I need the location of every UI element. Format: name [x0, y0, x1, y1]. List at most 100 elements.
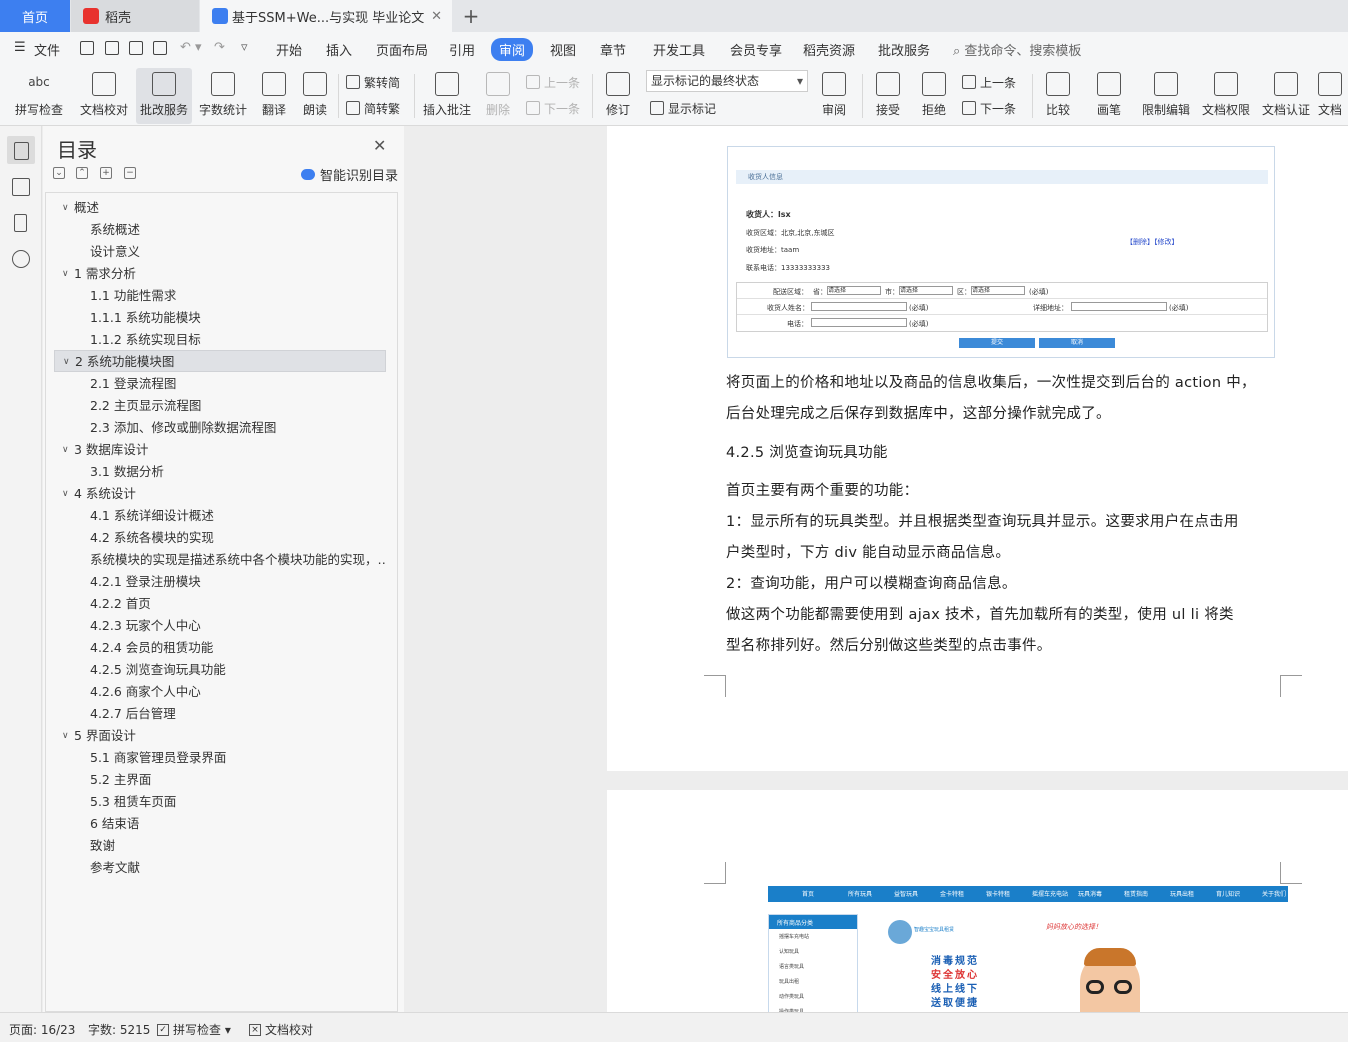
- menu-devtools[interactable]: 开发工具: [653, 40, 705, 59]
- add-heading-icon[interactable]: +: [100, 167, 112, 179]
- print-preview-icon[interactable]: [153, 41, 167, 55]
- menu-layout[interactable]: 页面布局: [376, 40, 428, 59]
- command-search[interactable]: ⌕ 查找命令、搜索模板: [953, 40, 1081, 59]
- chevron-down-icon[interactable]: ∨: [62, 483, 69, 505]
- expand-all-icon[interactable]: ⌃: [76, 167, 88, 179]
- doc-rights-button[interactable]: 文档权限: [1198, 68, 1254, 124]
- tab-document[interactable]: 基于SSM+We...与实现 毕业论文 ✕: [200, 0, 452, 32]
- print-icon[interactable]: [129, 41, 143, 55]
- quick-access-dropdown-icon[interactable]: ▿: [241, 40, 248, 55]
- new-tab-button[interactable]: +: [458, 0, 484, 32]
- toc-item[interactable]: 2.2 主页显示流程图: [46, 395, 386, 417]
- menu-reference[interactable]: 引用: [449, 40, 475, 59]
- delete-comment-button[interactable]: 删除: [478, 68, 518, 124]
- chevron-down-icon[interactable]: ∨: [62, 197, 69, 219]
- toc-item[interactable]: 2.1 登录流程图: [46, 373, 386, 395]
- collapse-all-icon[interactable]: ⌄: [53, 167, 65, 179]
- save-icon[interactable]: [80, 41, 94, 55]
- doc-more-button[interactable]: 文档: [1318, 68, 1348, 124]
- menu-review[interactable]: 审阅: [491, 38, 534, 61]
- toc-item[interactable]: ∨ 4 系统设计: [46, 483, 386, 505]
- restrict-edit-button[interactable]: 限制编辑: [1138, 68, 1194, 124]
- toc-item[interactable]: 4.2.5 浏览查询玩具功能: [46, 659, 386, 681]
- toc-item[interactable]: 4.2.6 商家个人中心: [46, 681, 386, 703]
- menu-insert[interactable]: 插入: [326, 40, 352, 59]
- next-change-button[interactable]: 下一条: [962, 98, 1016, 118]
- menu-daoke-resources[interactable]: 稻壳资源: [803, 40, 855, 59]
- toc-item[interactable]: ∨ 5 界面设计: [46, 725, 386, 747]
- toc-item[interactable]: 4.2.1 登录注册模块: [46, 571, 386, 593]
- smart-toc-button[interactable]: 智能识别目录: [301, 165, 398, 184]
- toc-item[interactable]: 致谢: [46, 835, 386, 857]
- toc-item[interactable]: ∨ 3 数据库设计: [46, 439, 386, 461]
- show-markup-button[interactable]: 显示标记: [650, 98, 716, 118]
- hamburger-icon[interactable]: ☰: [14, 40, 26, 55]
- toc-item[interactable]: 设计意义: [46, 241, 386, 263]
- status-spell-check[interactable]: ✓ 拼写检查 ▾: [157, 1021, 231, 1038]
- bookmark-icon[interactable]: [14, 214, 27, 232]
- status-proof[interactable]: × 文档校对: [249, 1021, 313, 1038]
- toc-item[interactable]: 4.2 系统各模块的实现: [46, 527, 386, 549]
- toc-item[interactable]: 4.2.4 会员的租赁功能: [46, 637, 386, 659]
- toc-item[interactable]: 1.1 功能性需求: [46, 285, 386, 307]
- search-icon[interactable]: [12, 250, 30, 268]
- word-count-button[interactable]: 字数统计: [196, 68, 250, 124]
- toc-item[interactable]: ∨ 1 需求分析: [46, 263, 386, 285]
- next-comment-button[interactable]: 下一条: [526, 98, 580, 118]
- trad-to-simp-button[interactable]: 繁转简: [346, 72, 400, 92]
- toc-item[interactable]: 4.1 系统详细设计概述: [46, 505, 386, 527]
- doc-proof-button[interactable]: 文档校对: [76, 68, 132, 124]
- doc-auth-button[interactable]: 文档认证: [1258, 68, 1314, 124]
- undo-icon[interactable]: ↶ ▾: [180, 40, 202, 55]
- reject-change-button[interactable]: 拒绝: [914, 68, 954, 124]
- prev-change-button[interactable]: 上一条: [962, 72, 1016, 92]
- chevron-down-icon[interactable]: ∨: [62, 439, 69, 461]
- page-indicator[interactable]: 页面: 16/23: [9, 1021, 75, 1038]
- tab-daoke[interactable]: 稻壳: [71, 0, 199, 32]
- toc-item[interactable]: 参考文献: [46, 857, 386, 879]
- chevron-down-icon[interactable]: ∨: [62, 725, 69, 747]
- chevron-down-icon[interactable]: ∨: [63, 351, 70, 371]
- toc-item[interactable]: 6 结束语: [46, 813, 386, 835]
- menu-correction[interactable]: 批改服务: [878, 40, 930, 59]
- spell-check-button[interactable]: abc 拼写检查: [6, 68, 72, 124]
- toc-item[interactable]: 1.1.2 系统实现目标: [46, 329, 386, 351]
- toc-item[interactable]: 5.2 主界面: [46, 769, 386, 791]
- track-changes-button[interactable]: 修订: [598, 68, 638, 124]
- menu-member[interactable]: 会员专享: [730, 40, 782, 59]
- pen-button[interactable]: 画笔: [1092, 68, 1126, 124]
- toc-item[interactable]: 2.3 添加、修改或删除数据流程图: [46, 417, 386, 439]
- toc-item[interactable]: 系统模块的实现是描述系统中各个模块功能的实现，…: [46, 549, 386, 571]
- menu-start[interactable]: 开始: [276, 40, 302, 59]
- toc-item[interactable]: 4.2.2 首页: [46, 593, 386, 615]
- toc-item[interactable]: 3.1 数据分析: [46, 461, 386, 483]
- export-pdf-icon[interactable]: [105, 41, 119, 55]
- review-pane-button[interactable]: 审阅: [814, 68, 854, 124]
- toc-item[interactable]: 1.1.1 系统功能模块: [46, 307, 386, 329]
- toc-item[interactable]: ∨ 2 系统功能模块图: [54, 350, 386, 372]
- toc-item[interactable]: ∨ 概述: [46, 197, 386, 219]
- toc-item[interactable]: 5.3 租赁车页面: [46, 791, 386, 813]
- translate-button[interactable]: 翻译: [254, 68, 294, 124]
- figure-homepage-screenshot[interactable]: 首页 所有玩具 益智玩具 金卡特租 银卡特租 摇摆车充电站 玩具消毒 租赁指南 玩具出租 育儿知识…: [768, 886, 1288, 1012]
- chapter-nav-icon[interactable]: [12, 178, 30, 196]
- simp-to-trad-button[interactable]: 简转繁: [346, 98, 400, 118]
- menu-chapter[interactable]: 章节: [600, 40, 626, 59]
- prev-comment-button[interactable]: 上一条: [526, 72, 580, 92]
- accept-change-button[interactable]: 接受: [868, 68, 908, 124]
- menu-view[interactable]: 视图: [550, 40, 576, 59]
- figure-address-form-screenshot[interactable]: 收货人信息 收货人：lsx 收货区域：北京,北京,东城区 收货地址：taam 联…: [727, 146, 1275, 358]
- chevron-down-icon[interactable]: ∨: [62, 263, 69, 285]
- correction-service-button[interactable]: 批改服务: [136, 68, 192, 124]
- toc-item[interactable]: 5.1 商家管理员登录界面: [46, 747, 386, 769]
- close-icon[interactable]: ✕: [373, 136, 386, 155]
- word-count-indicator[interactable]: 字数: 5215: [88, 1021, 150, 1038]
- compare-button[interactable]: 比较: [1038, 68, 1078, 124]
- menu-file[interactable]: 文件: [34, 40, 60, 59]
- toc-item[interactable]: 系统概述: [46, 219, 386, 241]
- read-aloud-button[interactable]: 朗读: [298, 68, 332, 124]
- document-canvas[interactable]: 收货人信息 收货人：lsx 收货区域：北京,北京,东城区 收货地址：taam 联…: [404, 126, 1348, 1012]
- tab-home[interactable]: 首页: [0, 0, 70, 32]
- markup-state-select[interactable]: 显示标记的最终状态: [646, 70, 808, 92]
- toc-panel-icon[interactable]: [7, 136, 35, 164]
